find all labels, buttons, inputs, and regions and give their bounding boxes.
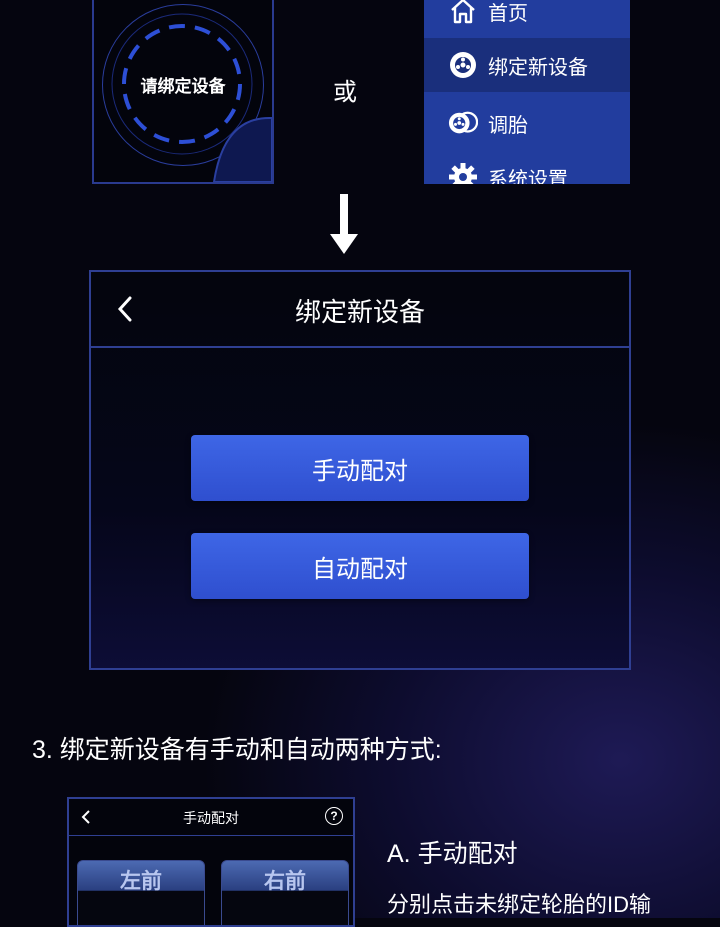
mini-screen-title: 手动配对 xyxy=(183,810,239,826)
auto-pair-button[interactable]: 自动配对 xyxy=(191,533,529,599)
swap-tires-icon xyxy=(448,108,478,138)
tire-position-label: 右前 xyxy=(264,870,306,893)
menu-item-label: 调胎 xyxy=(488,114,528,137)
down-arrow-icon xyxy=(330,194,358,254)
tire-card-front-right[interactable]: 右前 xyxy=(221,860,349,925)
bind-new-device-screen: 绑定新设备 手动配对 自动配对 xyxy=(89,270,631,670)
bind-device-screen-thumbnail: 请绑定设备 xyxy=(92,0,274,184)
tire-icon xyxy=(448,50,478,80)
section-heading: 3. 绑定新设备有手动和自动两种方式: xyxy=(32,736,442,764)
manual-pair-screen-thumbnail: 手动配对 ? 左前 右前 xyxy=(67,797,355,927)
home-icon xyxy=(448,0,478,26)
manual-pair-button[interactable]: 手动配对 xyxy=(191,435,529,501)
menu-item-bind-new-device[interactable]: 绑定新设备 xyxy=(424,38,630,92)
tire-card-front-left[interactable]: 左前 xyxy=(77,860,205,925)
menu-item-home[interactable]: 首页 xyxy=(424,0,630,38)
option-a-title: A. 手动配对 xyxy=(387,840,518,868)
bind-device-label: 请绑定设备 xyxy=(140,77,226,96)
menu-item-swap-tires[interactable]: 调胎 xyxy=(424,96,630,150)
gear-icon xyxy=(448,162,478,184)
option-a-description: 分别点击未绑定轮胎的ID输 xyxy=(387,892,652,917)
menu-item-system-settings[interactable]: 系统设置 xyxy=(424,150,630,184)
tire-position-label: 左前 xyxy=(120,870,162,893)
screen-header: 绑定新设备 xyxy=(91,272,629,348)
menu-item-label: 系统设置 xyxy=(488,168,568,185)
side-menu-thumbnail: 首页 绑定新设备 调胎 系统设置 xyxy=(424,0,630,184)
help-icon[interactable]: ? xyxy=(325,807,343,825)
mini-screen-header: 手动配对 ? xyxy=(69,799,353,836)
screen-title: 绑定新设备 xyxy=(294,297,425,327)
menu-item-label: 首页 xyxy=(488,2,528,25)
menu-item-label: 绑定新设备 xyxy=(488,56,588,79)
or-text: 或 xyxy=(333,79,357,106)
